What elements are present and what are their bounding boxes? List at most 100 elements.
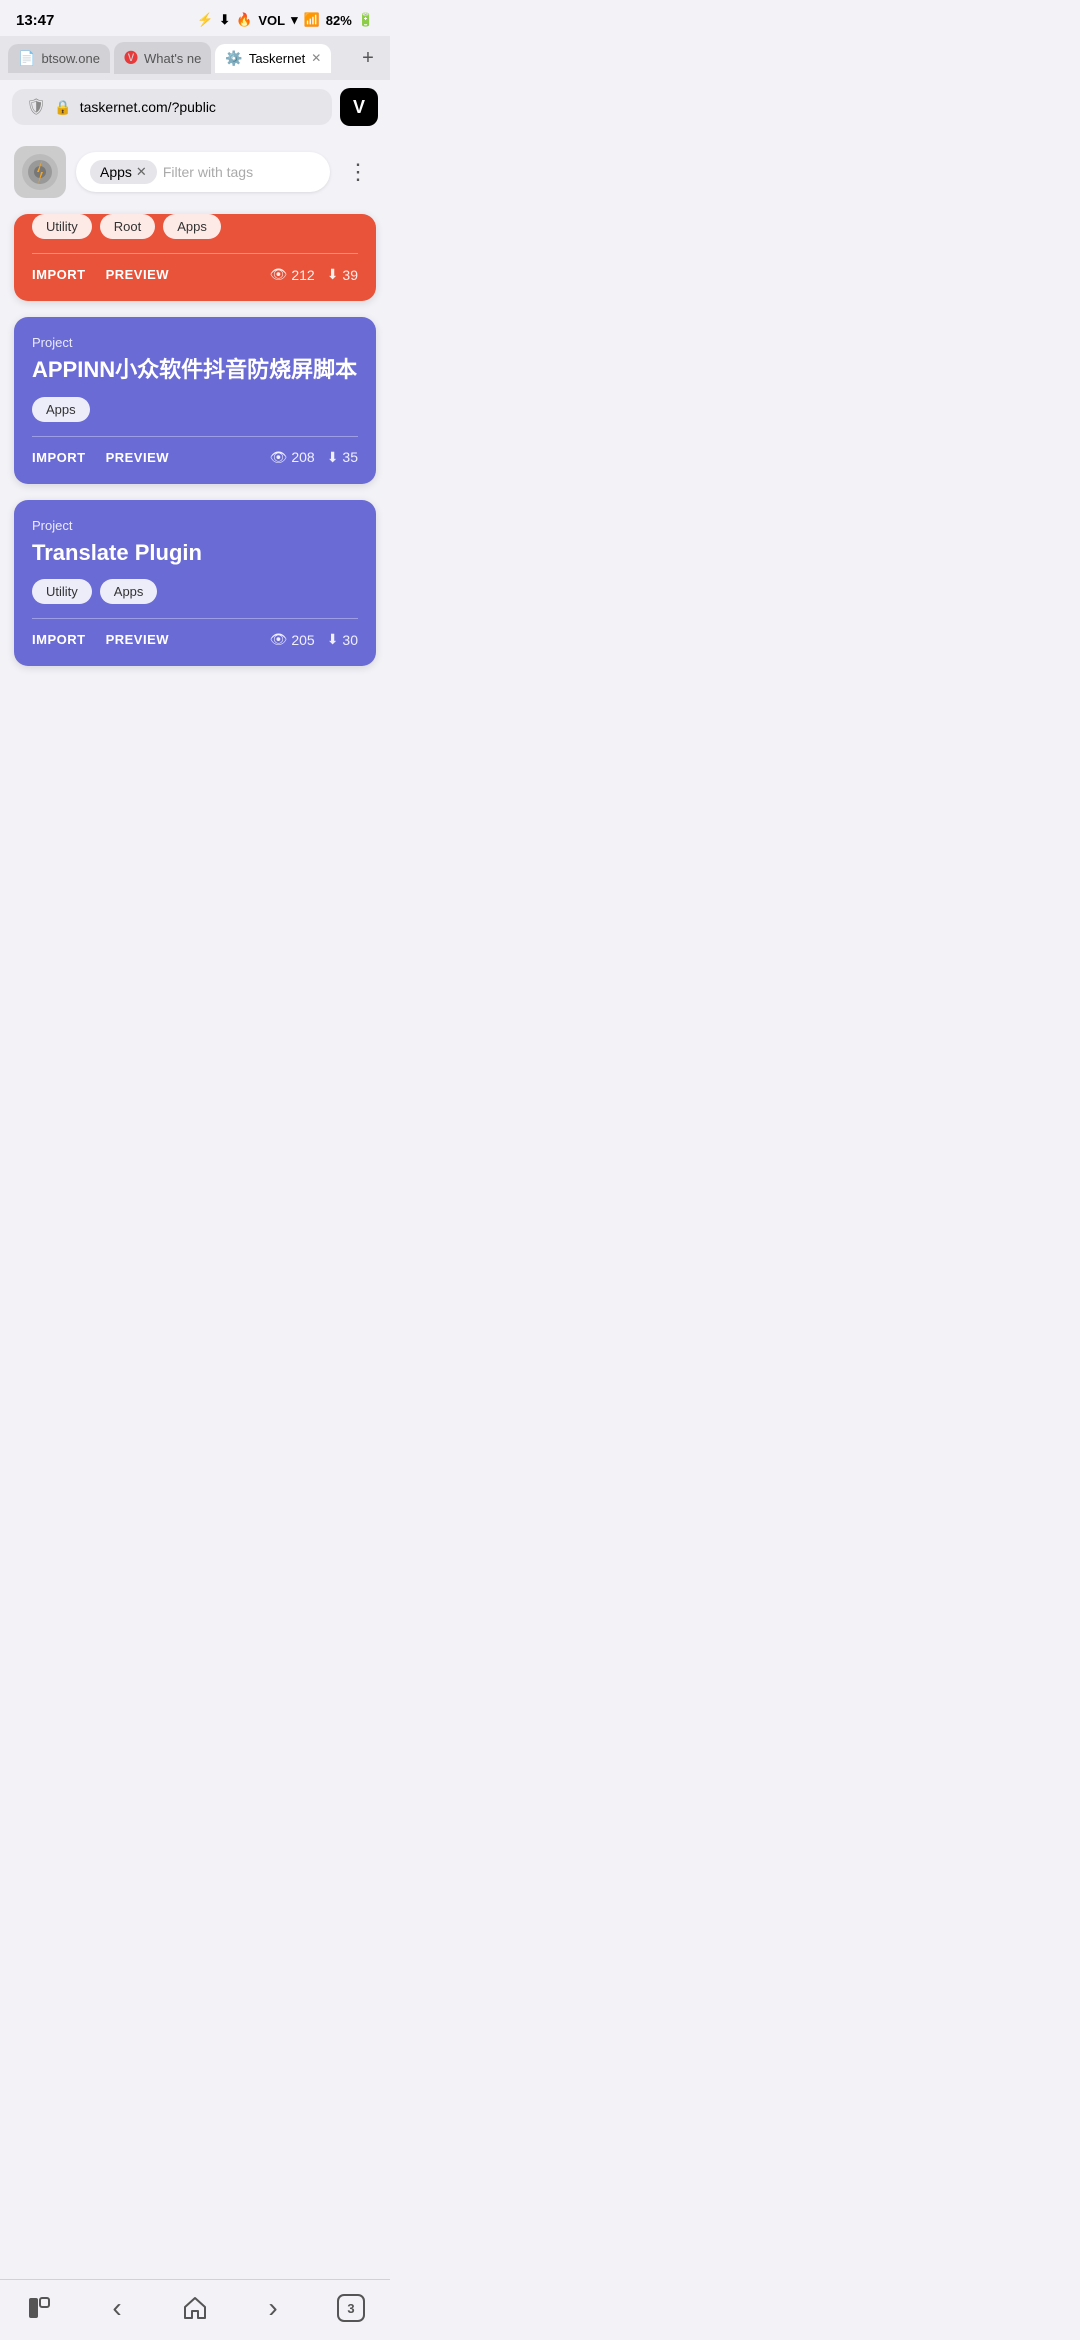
overview-btn[interactable] xyxy=(14,2290,64,2326)
card-translate-stats: 👁 205 ⬇ 30 xyxy=(270,631,358,648)
card-appinn-title: APPINN小众软件抖音防烧屏脚本 xyxy=(32,356,358,385)
home-btn[interactable] xyxy=(170,2290,220,2326)
active-tag-label: Apps xyxy=(100,164,132,180)
filter-input[interactable]: Apps ✕ Filter with tags xyxy=(76,152,330,192)
back-icon: ‹ xyxy=(112,2292,121,2324)
tab-btsow[interactable]: 📄 btsow.one xyxy=(8,44,110,73)
partial-downloads-stat: ⬇ 39 xyxy=(327,266,358,283)
eye-icon-translate: 👁 xyxy=(270,631,288,648)
download-icon-appinn: ⬇ xyxy=(327,449,339,466)
card-translate-tag-utility[interactable]: Utility xyxy=(32,579,92,604)
tab-btsow-label: btsow.one xyxy=(41,51,100,66)
new-tab-btn[interactable]: + xyxy=(354,44,382,72)
tab-count-badge[interactable]: 3 xyxy=(337,2294,365,2322)
card-appinn-views: 👁 208 xyxy=(270,449,315,466)
card-translate-views-count: 205 xyxy=(291,632,314,648)
home-icon xyxy=(182,2295,208,2321)
partial-card: Utility Root Apps IMPORT PREVIEW 👁 212 ⬇… xyxy=(14,214,376,301)
gear-svg xyxy=(20,152,60,192)
filter-bar: Apps ✕ Filter with tags ⋮ xyxy=(14,146,376,198)
flash-icon: ⚡ xyxy=(197,12,213,28)
tab-whats-label: What's ne xyxy=(144,51,201,66)
card-appinn-type: Project xyxy=(32,335,358,350)
browser-tabs: 📄 btsow.one 🅥 What's ne ⚙️ Taskernet ✕ + xyxy=(0,36,390,80)
card-appinn-downloads: ⬇ 35 xyxy=(327,449,358,466)
battery-level: 82% xyxy=(326,13,352,28)
card-translate-import-btn[interactable]: IMPORT xyxy=(32,632,86,647)
lock-icon: 🔒 xyxy=(54,99,71,116)
forward-icon: › xyxy=(268,2292,277,2324)
card-appinn-views-count: 208 xyxy=(291,449,314,465)
download-icon-translate: ⬇ xyxy=(327,631,339,648)
more-options-btn[interactable]: ⋮ xyxy=(340,154,376,190)
tabs-btn[interactable]: 3 xyxy=(326,2290,376,2326)
signal-icon: 📶 xyxy=(304,12,320,28)
status-bar: 13:47 ⚡ ⬇ 🔥 VOL ▾ 📶 82% 🔋 xyxy=(0,0,390,36)
card-appinn-tag-apps[interactable]: Apps xyxy=(32,397,90,422)
tab-close-btn[interactable]: ✕ xyxy=(311,51,321,65)
card-appinn-stats: 👁 208 ⬇ 35 xyxy=(270,449,358,466)
tab-taskernet[interactable]: ⚙️ Taskernet ✕ xyxy=(215,44,331,73)
partial-tag-root[interactable]: Root xyxy=(100,214,155,239)
remove-tag-btn[interactable]: ✕ xyxy=(136,164,147,180)
partial-preview-btn[interactable]: PREVIEW xyxy=(106,267,169,282)
card-translate-preview-btn[interactable]: PREVIEW xyxy=(106,632,169,647)
card-appinn-import-btn[interactable]: IMPORT xyxy=(32,450,86,465)
tab-taskernet-icon: ⚙️ xyxy=(225,50,242,67)
tab-taskernet-label: Taskernet xyxy=(249,51,305,66)
download-icon-partial: ⬇ xyxy=(327,266,339,283)
url-text: taskernet.com/?public xyxy=(80,99,216,115)
active-tag-chip[interactable]: Apps ✕ xyxy=(90,160,157,184)
card-appinn: Project APPINN小众软件抖音防烧屏脚本 Apps IMPORT PR… xyxy=(14,317,376,484)
card-translate-btns: IMPORT PREVIEW xyxy=(32,632,169,647)
tasker-logo xyxy=(14,146,66,198)
card-appinn-downloads-count: 35 xyxy=(342,449,358,465)
tab-count-label: 3 xyxy=(347,2301,354,2316)
eye-icon-appinn: 👁 xyxy=(270,449,288,466)
tab-btsow-icon: 📄 xyxy=(18,50,35,67)
vivaldi-button[interactable]: V xyxy=(340,88,378,126)
tab-whats-new[interactable]: 🅥 What's ne xyxy=(114,42,211,74)
eye-icon: 👁 xyxy=(270,266,288,283)
address-bar: 🛡 🔒 taskernet.com/?public V xyxy=(0,80,390,134)
partial-downloads-count: 39 xyxy=(342,267,358,283)
partial-tag-utility[interactable]: Utility xyxy=(32,214,92,239)
fire-icon: 🔥 xyxy=(236,12,252,28)
card-translate-downloads: ⬇ 30 xyxy=(327,631,358,648)
url-field[interactable]: 🛡 🔒 taskernet.com/?public xyxy=(12,89,332,125)
overview-icon xyxy=(27,2296,51,2320)
partial-card-buttons: IMPORT PREVIEW xyxy=(32,267,169,282)
card-translate-downloads-count: 30 xyxy=(342,632,358,648)
wifi-icon: ▾ xyxy=(291,12,298,28)
card-appinn-divider xyxy=(32,436,358,437)
card-appinn-tags: Apps xyxy=(32,397,358,422)
partial-tag-apps[interactable]: Apps xyxy=(163,214,221,239)
card-appinn-preview-btn[interactable]: PREVIEW xyxy=(106,450,169,465)
bottom-nav: ‹ › 3 xyxy=(0,2279,390,2340)
card-translate-actions: IMPORT PREVIEW 👁 205 ⬇ 30 xyxy=(32,631,358,648)
card-translate-type: Project xyxy=(32,518,358,533)
card-translate-views: 👁 205 xyxy=(270,631,315,648)
status-icons: ⚡ ⬇ 🔥 VOL ▾ 📶 82% 🔋 xyxy=(197,12,374,28)
download-icon: ⬇ xyxy=(219,12,230,28)
back-btn[interactable]: ‹ xyxy=(92,2290,142,2326)
card-appinn-btns: IMPORT PREVIEW xyxy=(32,450,169,465)
card-translate-tags: Utility Apps xyxy=(32,579,358,604)
partial-card-actions: IMPORT PREVIEW 👁 212 ⬇ 39 xyxy=(32,266,358,283)
partial-views-count: 212 xyxy=(291,267,314,283)
main-content: Apps ✕ Filter with tags ⋮ Utility Root A… xyxy=(0,134,390,694)
battery-icon: 🔋 xyxy=(358,12,374,28)
card-appinn-actions: IMPORT PREVIEW 👁 208 ⬇ 35 xyxy=(32,449,358,466)
partial-card-tags: Utility Root Apps xyxy=(32,214,358,239)
card-translate: Project Translate Plugin Utility Apps IM… xyxy=(14,500,376,667)
partial-import-btn[interactable]: IMPORT xyxy=(32,267,86,282)
shield-icon: 🛡 xyxy=(26,97,46,117)
card-translate-divider xyxy=(32,618,358,619)
partial-card-stats: 👁 212 ⬇ 39 xyxy=(270,266,358,283)
card-translate-tag-apps[interactable]: Apps xyxy=(100,579,158,604)
filter-placeholder: Filter with tags xyxy=(163,164,253,180)
partial-divider xyxy=(32,253,358,254)
card-translate-title: Translate Plugin xyxy=(32,539,358,568)
forward-btn[interactable]: › xyxy=(248,2290,298,2326)
partial-views-stat: 👁 212 xyxy=(270,266,315,283)
